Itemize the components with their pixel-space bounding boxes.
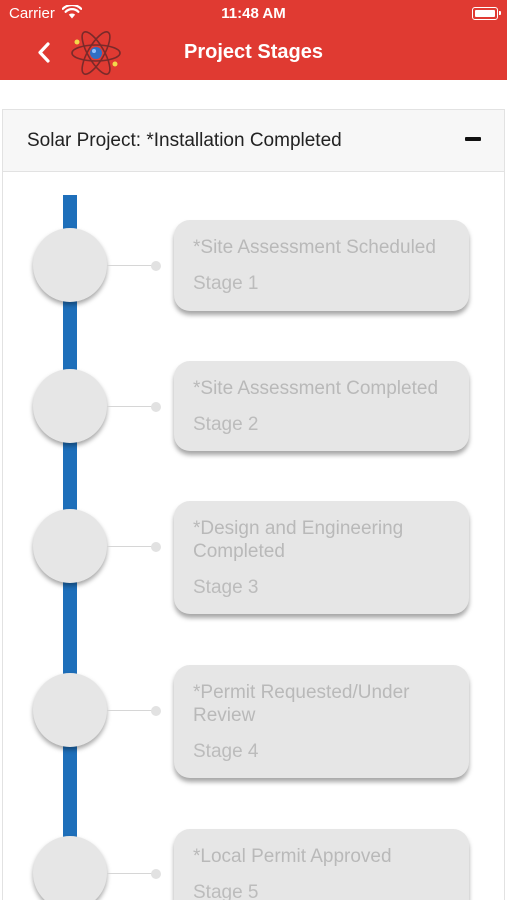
stage-connector bbox=[107, 546, 155, 547]
stage-dot bbox=[151, 402, 161, 412]
status-bar: Carrier 11:48 AM bbox=[0, 0, 507, 28]
stage-status: *Permit Requested/Under Review bbox=[193, 682, 410, 726]
stage-node bbox=[33, 228, 107, 302]
stage-dot bbox=[151, 869, 161, 879]
stage-label: Stage 1 bbox=[193, 273, 259, 294]
stage-status: *Design and Engineering Completed bbox=[193, 518, 404, 562]
clock: 11:48 AM bbox=[221, 5, 286, 22]
stage-label: Stage 2 bbox=[193, 414, 259, 435]
stage-status: *Local Permit Approved bbox=[193, 846, 392, 867]
stage-status: *Site Assessment Completed bbox=[193, 378, 439, 399]
stage-dot bbox=[151, 706, 161, 716]
stage-connector bbox=[107, 265, 155, 266]
stage-dot bbox=[151, 261, 161, 271]
stage-card-2[interactable]: *Site Assessment Completed Stage 2 bbox=[174, 361, 469, 451]
stage-node bbox=[33, 836, 107, 900]
stage-label: Stage 4 bbox=[193, 741, 259, 762]
stage-label: Stage 5 bbox=[193, 882, 259, 900]
stage-connector bbox=[107, 406, 155, 407]
collapse-button[interactable] bbox=[465, 137, 481, 141]
stage-connector bbox=[107, 873, 155, 874]
stage-node bbox=[33, 369, 107, 443]
battery-icon bbox=[472, 7, 501, 20]
app-header: Carrier 11:48 AM Project Stages bbox=[0, 0, 507, 80]
stage-node bbox=[33, 509, 107, 583]
stage-card-3[interactable]: *Design and Engineering Completed Stage … bbox=[174, 501, 469, 614]
stage-card-5[interactable]: *Local Permit Approved Stage 5 bbox=[174, 829, 469, 900]
stage-node bbox=[33, 673, 107, 747]
project-title: Solar Project: *Installation Completed bbox=[27, 130, 342, 151]
stage-status: *Site Assessment Scheduled bbox=[193, 237, 436, 258]
page-title: Project Stages bbox=[184, 41, 323, 63]
stage-connector bbox=[107, 710, 155, 711]
stage-label: Stage 3 bbox=[193, 577, 259, 598]
stage-card-4[interactable]: *Permit Requested/Under Review Stage 4 bbox=[174, 665, 469, 778]
stage-card-1[interactable]: *Site Assessment Scheduled Stage 1 bbox=[174, 220, 469, 311]
stage-dot bbox=[151, 542, 161, 552]
project-header[interactable]: Solar Project: *Installation Completed bbox=[3, 110, 504, 172]
